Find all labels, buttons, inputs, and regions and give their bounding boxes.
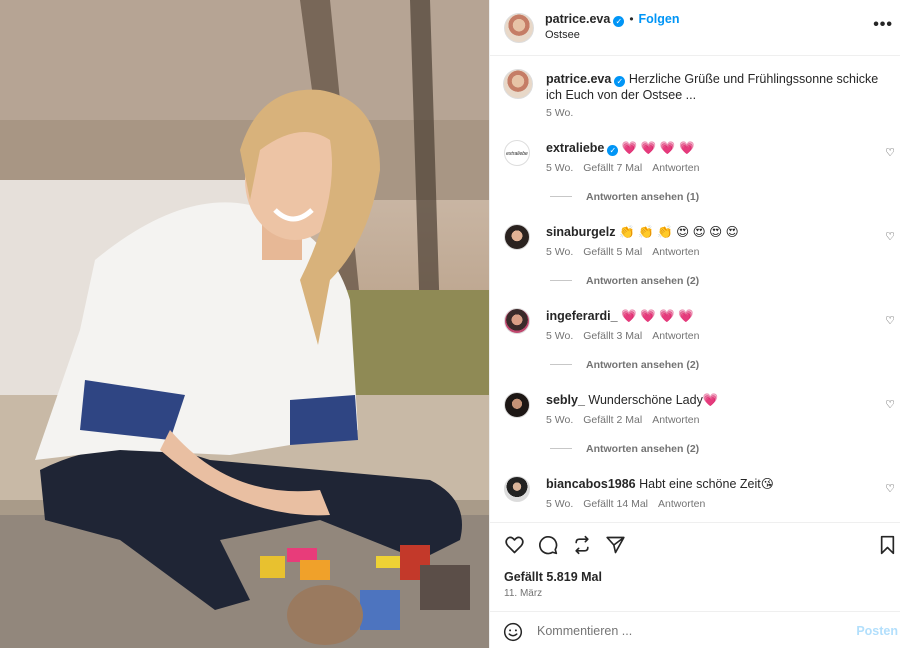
caption-username[interactable]: patrice.eva — [546, 72, 611, 86]
comment-meta: 5 Wo. Gefällt 2 Mal Antworten — [546, 414, 709, 426]
comment-avatar[interactable] — [504, 308, 530, 334]
verified-icon: ✓ — [613, 16, 625, 27]
reply-button[interactable]: Antworten — [652, 330, 699, 342]
comment-username[interactable]: extraliebe — [546, 141, 604, 155]
comment-body: biancabos1986 Habt eine schöne Zeit😘 — [546, 476, 877, 492]
comment-like-heart-icon[interactable]: ♡ — [885, 230, 895, 243]
comment-item: sinaburgelz 👏 👏 👏 😍 😍 😍 😍 5 Wo. Gefällt 5… — [502, 222, 897, 294]
comment-likes[interactable]: Gefällt 5 Mal — [583, 246, 642, 258]
caption-time: 5 Wo. — [546, 107, 574, 119]
follow-button[interactable]: Folgen — [639, 12, 680, 26]
comment-text: Wunderschöne Lady💗 — [588, 393, 719, 407]
comment-username[interactable]: sebly_ — [546, 393, 585, 407]
author-line: patrice.eva ✓ • Folgen — [545, 12, 680, 27]
comment-meta: 5 Wo. Gefällt 3 Mal Antworten — [546, 330, 709, 342]
comment-time: 5 Wo. — [546, 246, 574, 258]
comment-input[interactable] — [537, 620, 837, 642]
comment-likes[interactable]: Gefällt 14 Mal — [583, 498, 648, 510]
comment-meta: 5 Wo. Gefällt 14 Mal Antworten — [546, 498, 715, 510]
comment-body: extraliebe ✓ 💗 💗 💗 💗 — [546, 140, 877, 156]
post-header: patrice.eva ✓ • Folgen Ostsee ••• — [490, 0, 900, 56]
comment-avatar[interactable] — [504, 476, 530, 502]
author-username[interactable]: patrice.eva — [545, 12, 610, 26]
separator-dot: • — [629, 12, 634, 26]
post-location[interactable]: Ostsee — [545, 29, 580, 41]
comment-body: sinaburgelz 👏 👏 👏 😍 😍 😍 😍 — [546, 224, 877, 240]
comment-time: 5 Wo. — [546, 414, 574, 426]
comment-box: Posten — [490, 611, 900, 648]
comment-item: ingeferardi_ 💗 💗 💗 💗 5 Wo. Gefällt 3 Mal A… — [502, 306, 897, 378]
comment-item: biancabos1986 Habt eine schöne Zeit😘 5 W… — [502, 474, 897, 518]
reply-button[interactable]: Antworten — [658, 498, 705, 510]
comment-username[interactable]: biancabos1986 — [546, 477, 636, 491]
comment-like-heart-icon[interactable]: ♡ — [885, 314, 895, 327]
reply-button[interactable]: Antworten — [652, 162, 699, 174]
share-icon[interactable] — [572, 535, 592, 555]
reply-button[interactable]: Antworten — [652, 246, 699, 258]
comment-likes[interactable]: Gefällt 2 Mal — [583, 414, 642, 426]
more-icon[interactable]: ••• — [873, 16, 893, 34]
view-replies-button[interactable]: Antworten ansehen (2) — [550, 275, 699, 287]
comment-text: 💗 💗 💗 💗 — [621, 141, 695, 155]
verified-icon: ✓ — [614, 76, 626, 87]
comment-like-heart-icon[interactable]: ♡ — [885, 398, 895, 411]
view-replies-button[interactable]: Antworten ansehen (2) — [550, 359, 699, 371]
smile-icon[interactable] — [503, 622, 523, 642]
comment-avatar[interactable] — [504, 392, 530, 418]
view-replies-button[interactable]: Antworten ansehen (2) — [550, 443, 699, 455]
verified-icon: ✓ — [607, 145, 619, 156]
comment-likes[interactable]: Gefällt 3 Mal — [583, 330, 642, 342]
comment-body: ingeferardi_ 💗 💗 💗 💗 — [546, 308, 877, 324]
comment-item: extraliebe extraliebe ✓ 💗 💗 💗 💗 5 Wo. Gefä… — [502, 138, 897, 210]
photo-illustration — [0, 0, 489, 648]
send-icon[interactable] — [605, 535, 626, 555]
comment-meta: 5 Wo. Gefällt 7 Mal Antworten — [546, 162, 709, 174]
post-photo[interactable] — [0, 0, 489, 648]
reply-button[interactable]: Antworten — [652, 414, 699, 426]
comment-like-heart-icon[interactable]: ♡ — [885, 482, 895, 495]
author-avatar[interactable] — [504, 13, 534, 43]
comment-body: sebly_ Wunderschöne Lady💗 — [546, 392, 877, 408]
post-date[interactable]: 11. März — [504, 588, 542, 599]
caption-avatar[interactable] — [503, 69, 533, 99]
post-actions: Gefällt 5.819 Mal 11. März Posten — [490, 522, 900, 648]
comment-username[interactable]: ingeferardi_ — [546, 309, 618, 323]
comment-like-heart-icon[interactable]: ♡ — [885, 146, 895, 159]
comment-avatar[interactable] — [504, 224, 530, 250]
comment-avatar[interactable]: extraliebe — [504, 140, 530, 166]
comment-icon[interactable] — [538, 535, 558, 555]
comment-time: 5 Wo. — [546, 498, 574, 510]
comment-meta: 5 Wo. Gefällt 5 Mal Antworten — [546, 246, 709, 258]
post-panel: patrice.eva ✓ • Folgen Ostsee ••• patrice.e… — [489, 0, 900, 648]
heart-icon[interactable] — [504, 535, 525, 555]
comment-likes[interactable]: Gefällt 7 Mal — [583, 162, 642, 174]
comment-text: Habt eine schöne Zeit😘 — [639, 477, 774, 491]
post-button[interactable]: Posten — [856, 624, 898, 638]
comment-time: 5 Wo. — [546, 330, 574, 342]
comment-text: 💗 💗 💗 💗 — [621, 309, 694, 323]
comment-text: 👏 👏 👏 😍 😍 😍 😍 — [618, 225, 739, 239]
comment-time: 5 Wo. — [546, 162, 574, 174]
bookmark-icon[interactable] — [879, 535, 896, 555]
comment-item: sebly_ Wunderschöne Lady💗 5 Wo. Gefällt 2… — [502, 390, 897, 462]
view-replies-button[interactable]: Antworten ansehen (1) — [550, 191, 699, 203]
caption: patrice.eva ✓ Herzliche Grüße und Frühlin… — [546, 71, 891, 103]
likes-count[interactable]: Gefällt 5.819 Mal — [504, 570, 602, 584]
comment-username[interactable]: sinaburgelz — [546, 225, 615, 239]
